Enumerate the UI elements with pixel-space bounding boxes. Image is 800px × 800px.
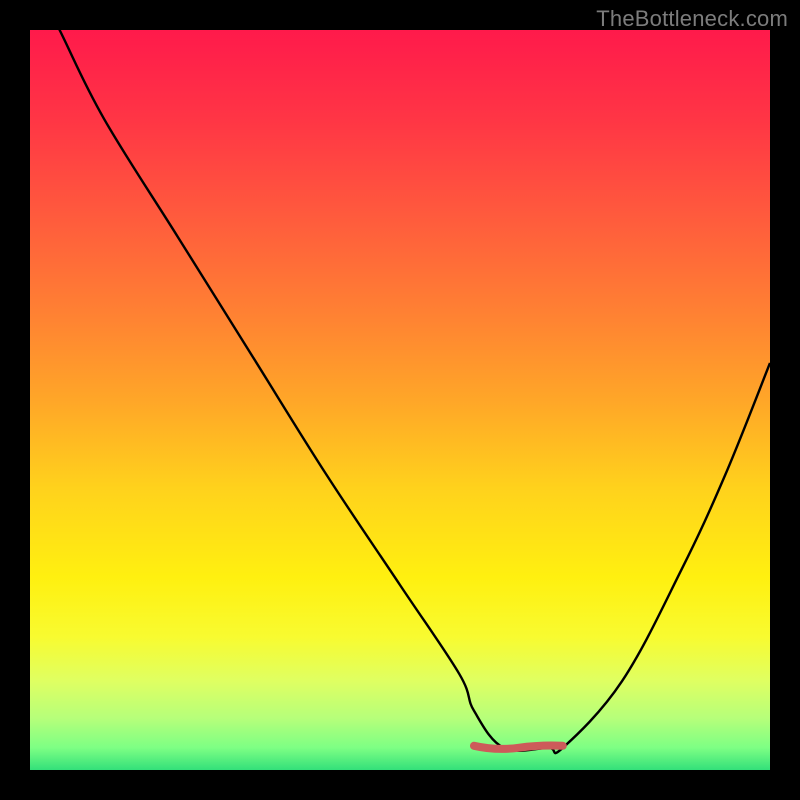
curve-layer xyxy=(30,30,770,770)
watermark-label: TheBottleneck.com xyxy=(596,6,788,32)
plot-area xyxy=(30,30,770,770)
chart-canvas: TheBottleneck.com xyxy=(0,0,800,800)
bottleneck-curve xyxy=(30,30,770,753)
flat-segment xyxy=(474,746,563,749)
